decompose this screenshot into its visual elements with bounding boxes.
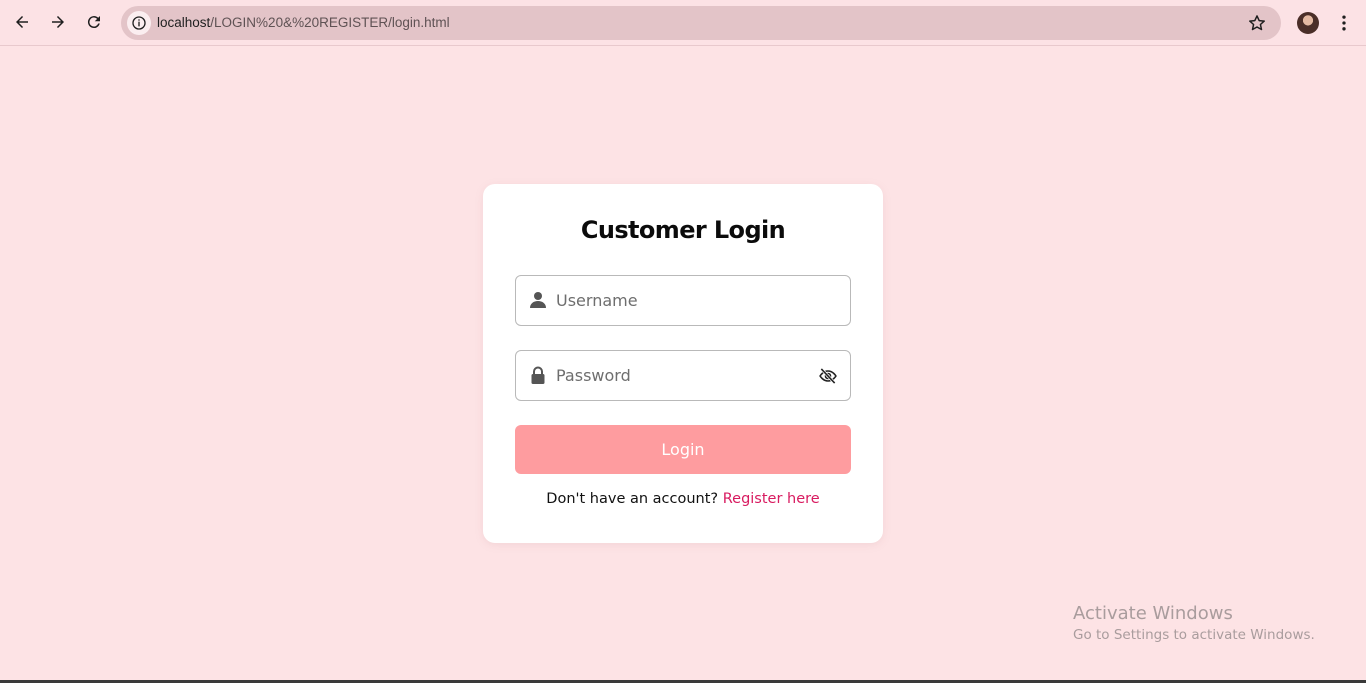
forward-button[interactable] — [43, 7, 73, 37]
register-link[interactable]: Register here — [723, 491, 820, 507]
password-field[interactable] — [515, 350, 851, 401]
activate-windows-watermark: Activate Windows Go to Settings to activ… — [1073, 603, 1315, 643]
watermark-title: Activate Windows — [1073, 603, 1233, 624]
url-host: localhost — [157, 15, 211, 30]
eye-slash-icon[interactable] — [818, 366, 838, 386]
back-button[interactable] — [7, 7, 37, 37]
profile-avatar[interactable] — [1297, 12, 1319, 34]
register-prompt-text: Don't have an account? — [546, 491, 719, 507]
watermark-subtitle: Go to Settings to activate Windows. — [1073, 627, 1315, 643]
url-text[interactable]: localhost/LOGIN%20&%20REGISTER/login.htm… — [157, 15, 450, 30]
browser-toolbar: localhost/LOGIN%20&%20REGISTER/login.htm… — [0, 0, 1366, 46]
reload-icon — [87, 16, 100, 29]
register-prompt-line: Don't have an account? Register here — [483, 491, 883, 507]
star-icon[interactable] — [1247, 13, 1267, 33]
info-icon — [132, 16, 146, 30]
password-input[interactable] — [556, 351, 806, 400]
url-path: /LOGIN%20&%20REGISTER/login.html — [210, 15, 450, 30]
username-input[interactable] — [556, 276, 806, 325]
login-button[interactable]: Login — [515, 425, 851, 474]
reload-button[interactable] — [79, 7, 109, 37]
login-card: Customer Login Login Don't have an accou… — [483, 184, 883, 543]
user-icon — [530, 292, 546, 308]
more-vert-icon[interactable] — [1334, 12, 1354, 34]
site-info-button[interactable] — [127, 11, 151, 35]
back-arrow-icon — [16, 16, 28, 28]
forward-arrow-icon — [52, 16, 64, 28]
address-bar[interactable]: localhost/LOGIN%20&%20REGISTER/login.htm… — [121, 6, 1281, 40]
lock-icon — [531, 366, 545, 384]
username-field[interactable] — [515, 275, 851, 326]
page-title: Customer Login — [580, 216, 786, 244]
